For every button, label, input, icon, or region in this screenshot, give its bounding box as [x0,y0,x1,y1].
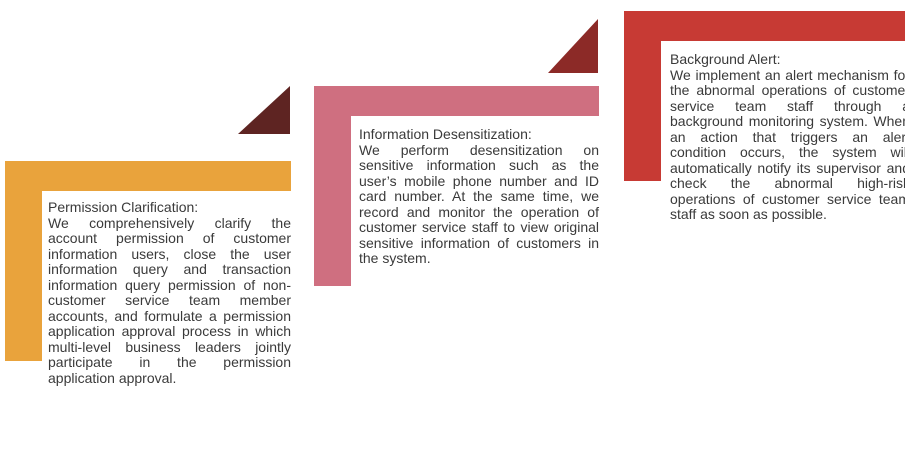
step-1-title: Permission Clarification: [48,199,199,215]
step-2-title: Information Desensitization: [359,126,532,142]
step-3-color-band [624,11,905,41]
step-2-color-stripe [314,86,351,286]
step-2-corner-triangle [548,19,598,73]
step-3-description: We implement an alert mechanism for the … [670,66,905,222]
step-2-text-block: Information Desensitization: We perform … [359,126,599,267]
step-1-corner-triangle [238,86,290,134]
step-1-color-stripe [5,161,42,361]
step-3-color-stripe [624,11,661,181]
step-3-text-block: Background Alert: We implement an alert … [670,51,905,223]
step-1-description: We comprehensively clarify the account p… [48,214,291,386]
step-1-color-band [5,161,291,191]
step-2-description: We perform desensitization on sensitive … [359,141,599,266]
step-3-title: Background Alert: [670,51,781,67]
step-2-color-band [314,86,599,116]
step-1-text-block: Permission Clarification: We comprehensi… [48,199,291,386]
